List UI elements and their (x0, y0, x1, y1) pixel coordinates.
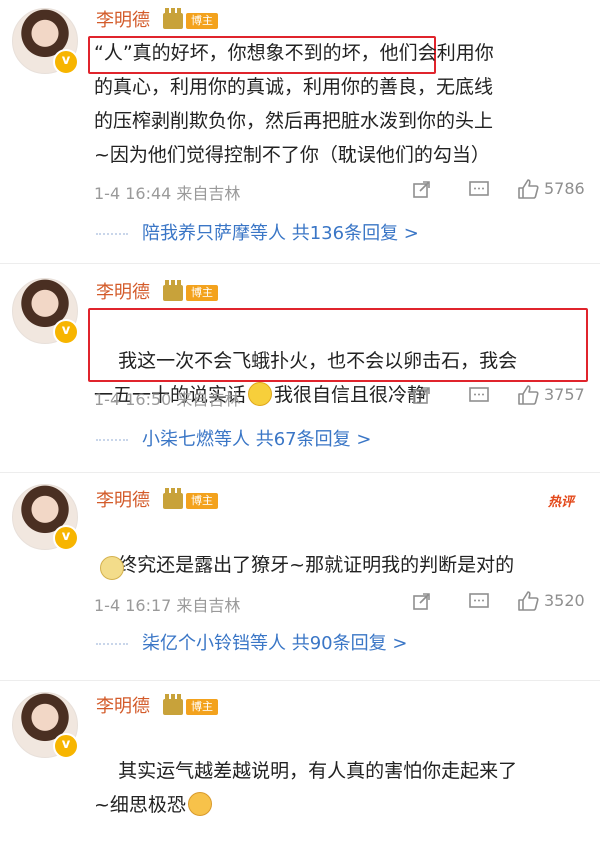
avatar[interactable]: v (12, 8, 79, 75)
blogger-badge: 博主 (186, 699, 218, 715)
divider (0, 263, 600, 264)
author-name[interactable]: 李明德 (96, 692, 150, 718)
verified-icon: v (53, 49, 79, 75)
reply-link[interactable]: 陪我养只萨摩等人 共136条回复 > (142, 216, 419, 252)
blogger-badge: 博主 (186, 13, 218, 29)
comment-text: “人”真的好坏，你想象不到的坏，他们会利用你 的真心，利用你的真诚，利用你的善良… (94, 42, 494, 166)
crown-icon (163, 280, 183, 301)
comment-3: v 李明德 博主 终究还是露出了獠牙~那就证明我的判断是对的 1-4 16:17… (0, 478, 600, 678)
verified-icon: v (53, 319, 79, 345)
like-icon[interactable] (516, 382, 540, 408)
glasses-emoji-icon (100, 556, 124, 580)
reply-link[interactable]: 小柒七燃等人 共67条回复 > (142, 422, 371, 458)
comment-text-main: 其实运气越差越说明，有人真的害怕你走起来了 ~细思极恐 (94, 760, 518, 816)
hurt-emoji-icon (187, 791, 212, 816)
avatar[interactable]: v (12, 484, 79, 551)
verified-icon: v (53, 525, 79, 551)
comment-actions: 3520 (412, 588, 596, 614)
comment-icon[interactable] (468, 588, 490, 614)
comment-icon[interactable] (468, 382, 490, 408)
comment-text: 其实运气越差越说明，有人真的害怕你走起来了 ~细思极恐 (94, 720, 594, 856)
reply-summary[interactable]: 小柒七燃等人 共67条回复 > (96, 422, 516, 458)
comment-2: v 李明德 博主 我这一次不会飞蛾扑火，也不会以卵击石，我会 一五一十的说实话我… (0, 270, 600, 470)
like-count: 3757 (544, 385, 585, 404)
blogger-badge: 博主 (186, 285, 218, 301)
author-name[interactable]: 李明德 (96, 486, 150, 512)
comment-actions: 3757 (412, 382, 596, 408)
comment-4: v 李明德 博主 其实运气越差越说明，有人真的害怕你走起来了 ~细思极恐 (0, 686, 600, 816)
verified-icon: v (53, 733, 79, 759)
like-count: 5786 (544, 179, 585, 198)
like-icon[interactable] (516, 176, 540, 202)
author-name[interactable]: 李明德 (96, 278, 150, 304)
share-icon[interactable] (412, 176, 432, 202)
comment-icon[interactable] (468, 176, 490, 202)
avatar[interactable]: v (12, 692, 79, 759)
reply-dots (96, 233, 128, 235)
hot-comment-tag: 热评 (548, 495, 575, 510)
comment-text-main: 终究还是露出了獠牙~那就证明我的判断是对的 (118, 554, 515, 576)
blogger-badge: 博主 (186, 493, 218, 509)
comment-meta: 1-4 16:44 来自吉林 (94, 184, 241, 203)
like-count: 3520 (544, 591, 585, 610)
reply-summary[interactable]: 柒亿个小铃铛等人 共90条回复 > (96, 626, 516, 662)
comment-actions: 5786 (412, 176, 596, 202)
comment-meta: 1-4 16:50 来自吉林 (94, 390, 241, 409)
crown-icon (163, 8, 183, 29)
comment-meta: 1-4 16:17 来自吉林 (94, 596, 241, 615)
like-icon[interactable] (516, 588, 540, 614)
reply-dots (96, 439, 128, 441)
divider (0, 472, 600, 473)
avatar[interactable]: v (12, 278, 79, 345)
comment-1: v 李明德 博主 “人”真的好坏，你想象不到的坏，他们会利用你 的真心，利用你的… (0, 0, 600, 262)
share-icon[interactable] (412, 382, 432, 408)
crown-icon (163, 488, 183, 509)
smile-emoji-icon (248, 381, 273, 406)
reply-link[interactable]: 柒亿个小铃铛等人 共90条回复 > (142, 626, 407, 662)
comment-text-tail: 我很自信且很冷静 (274, 384, 427, 406)
reply-summary[interactable]: 陪我养只萨摩等人 共136条回复 > (96, 216, 516, 252)
reply-dots (96, 643, 128, 645)
author-name[interactable]: 李明德 (96, 6, 150, 32)
share-icon[interactable] (412, 588, 432, 614)
divider (0, 680, 600, 681)
crown-icon (163, 694, 183, 715)
